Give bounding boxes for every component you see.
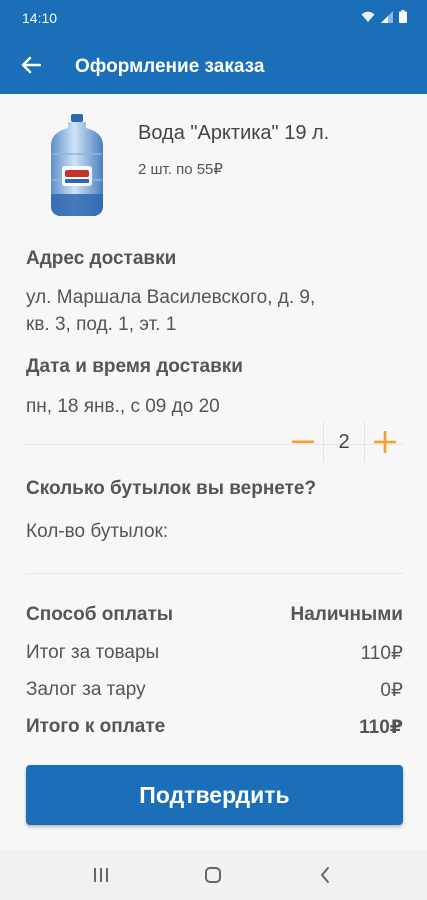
bottles-question: Сколько бутылок вы вернете? [26,478,317,499]
product-name: Вода "Арктика" 19 л. [138,122,330,144]
goods-total-row: Итог за товары 110₽ [26,642,403,665]
home-icon [205,867,221,883]
system-nav-bar [0,850,427,900]
battery-icon [399,10,407,23]
payment-method-row[interactable]: Способ оплаты Наличными [26,604,403,626]
status-time: 14:10 [22,10,58,26]
recent-apps-button[interactable] [88,862,114,888]
divider [26,573,403,574]
chevron-left-icon [321,867,329,883]
deposit-label: Залог за тару [26,679,146,700]
signal-icon [381,10,393,23]
goods-total-label: Итог за товары [26,642,160,663]
back-nav-button[interactable] [312,862,338,888]
back-button[interactable] [16,50,46,80]
confirm-button[interactable]: Подтвердить [26,765,403,825]
status-icons [361,10,407,23]
address-label: Адрес доставки [26,248,177,269]
home-button[interactable] [200,862,226,888]
payment-method-label: Способ оплаты [26,604,173,625]
address-line-2: кв. 3, под. 1, эт. 1 [26,314,177,335]
deposit-value: 0₽ [380,680,403,701]
water-bottle-image [51,114,103,216]
payment-method-value: Наличными [290,604,403,625]
total-label: Итого к оплате [26,716,166,737]
delivery-datetime-value: пн, 18 янв., с 09 до 20 [26,396,220,417]
wifi-icon [361,11,375,22]
bottles-count-label: Кол-во бутылок: [26,521,169,542]
total-value: 110₽ [359,717,403,738]
bottle-quantity-stepper: 2 [283,422,405,462]
status-bar: 14:10 [0,0,427,36]
minus-icon [292,440,314,444]
total-row: Итого к оплате 110₽ [26,716,403,739]
deposit-row: Залог за тару 0₽ [26,679,403,702]
product-quantity: 2 шт. по 55₽ [138,161,223,178]
recent-apps-icon [94,868,108,882]
delivery-datetime-label: Дата и время доставки [26,356,243,377]
plus-icon [374,431,396,453]
address-line-1: ул. Маршала Василевского, д. 9, [26,287,316,308]
bottle-quantity-value: 2 [323,422,365,462]
decrement-button[interactable] [283,422,323,462]
arrow-back-icon [21,56,41,74]
app-bar: Оформление заказа [0,36,427,94]
increment-button[interactable] [365,422,405,462]
page-title: Оформление заказа [75,56,265,77]
goods-total-value: 110₽ [360,643,403,664]
